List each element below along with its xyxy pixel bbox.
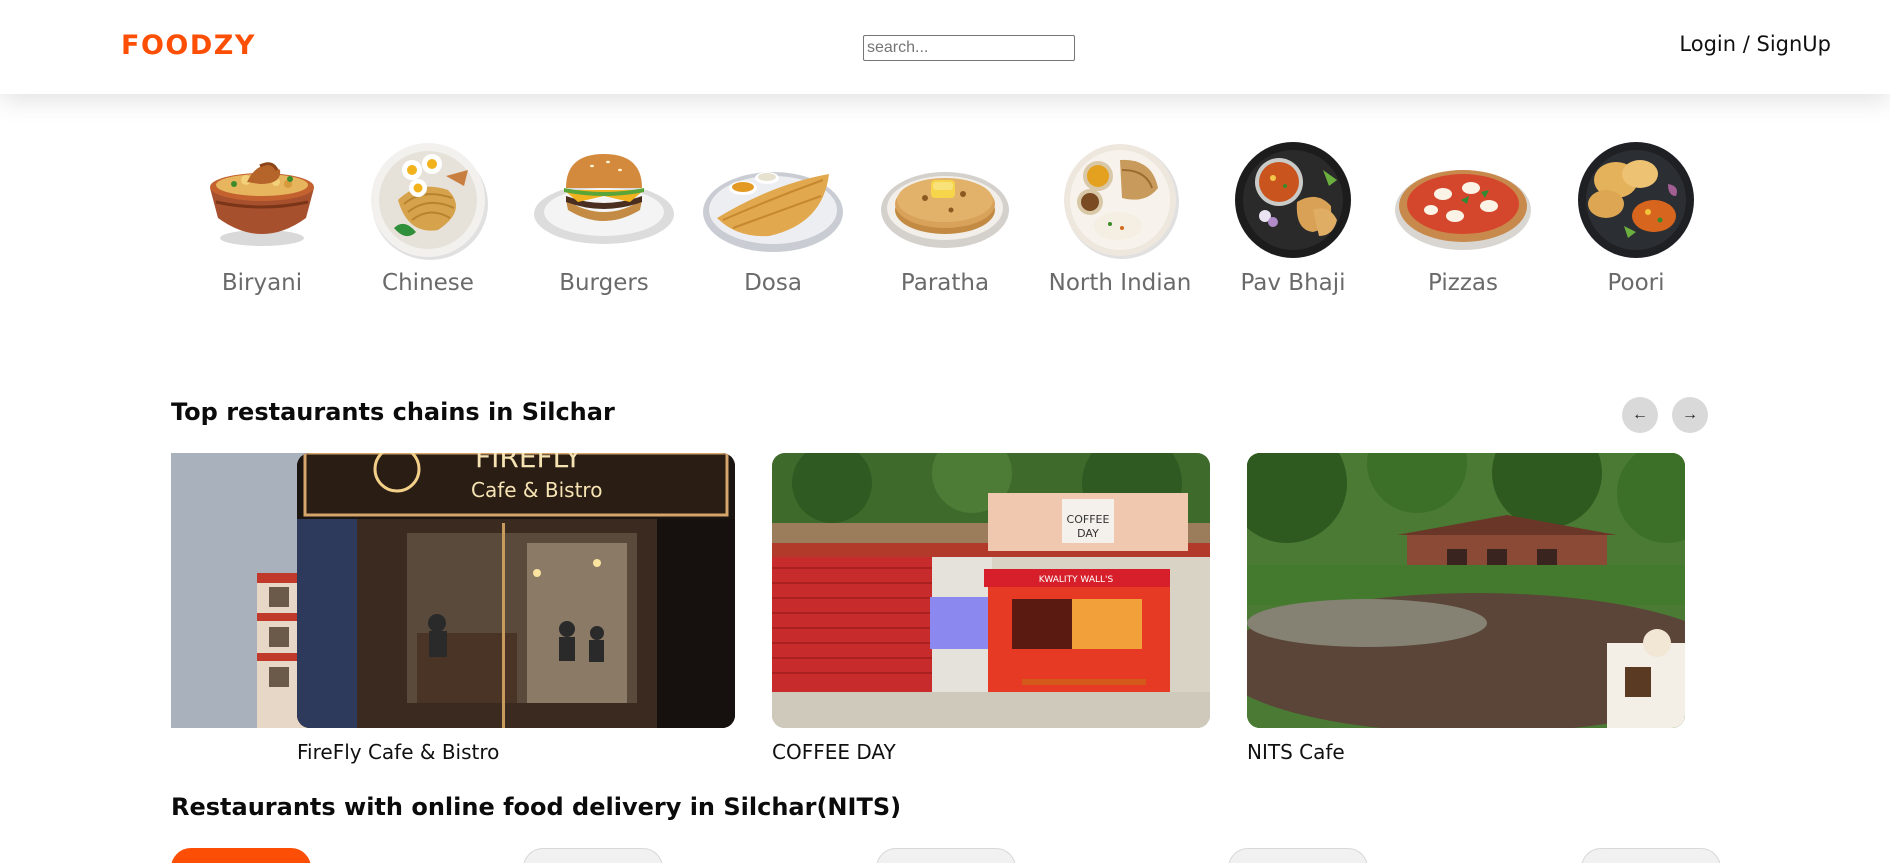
restaurant-carousel: FIREFLY Cafe & Bistro FireFly Cafe & Bis… xyxy=(171,453,1720,773)
pizza-plate-icon xyxy=(1395,140,1531,260)
category-north-indian[interactable]: North Indian xyxy=(1045,140,1195,296)
section-title-online-delivery: Restaurants with online food delivery in… xyxy=(171,793,902,821)
restaurant-card[interactable]: FIREFLY Cafe & Bistro FireFly Cafe & Bis… xyxy=(297,453,735,764)
coffee-day-sign-line1: COFFEE xyxy=(1067,513,1110,526)
filter-pill[interactable] xyxy=(1228,848,1368,863)
login-signup-link[interactable]: Login / SignUp xyxy=(1679,32,1831,56)
coffee-day-sign-line2: DAY xyxy=(1077,527,1099,540)
thali-plate-icon xyxy=(1060,140,1180,260)
brand-logo[interactable]: FOODZY xyxy=(121,30,256,61)
firefly-sign-title: FIREFLY xyxy=(475,453,582,474)
restaurant-name: FireFly Cafe & Bistro xyxy=(297,740,500,764)
pav-bhaji-plate-icon xyxy=(1233,140,1353,260)
category-paratha[interactable]: Paratha xyxy=(870,140,1020,296)
category-label: Pav Bhaji xyxy=(1240,270,1346,296)
category-label: Paratha xyxy=(900,270,990,296)
category-label: Pizzas xyxy=(1428,270,1498,296)
category-pav-bhaji[interactable]: Pav Bhaji xyxy=(1218,140,1368,296)
category-dosa[interactable]: Dosa xyxy=(698,140,848,296)
category-label: Dosa xyxy=(744,270,802,296)
kwality-walls-banner: KWALITY WALL'S xyxy=(1039,575,1114,585)
restaurant-name: NITS Cafe xyxy=(1247,740,1345,764)
search-input[interactable] xyxy=(863,35,1075,61)
category-burgers[interactable]: Burgers xyxy=(529,140,679,296)
category-label: Biryani xyxy=(221,270,303,296)
paratha-plate-icon xyxy=(881,140,1009,260)
biryani-bowl-icon xyxy=(202,140,322,260)
filter-pill[interactable] xyxy=(876,848,1016,863)
category-label: Burgers xyxy=(559,270,649,296)
firefly-sign-subtitle: Cafe & Bistro xyxy=(471,478,602,502)
burger-plate-icon xyxy=(534,140,674,260)
filter-pill[interactable] xyxy=(523,848,663,863)
restaurant-image xyxy=(1247,453,1685,728)
category-biryani[interactable]: Biryani xyxy=(187,140,337,296)
restaurant-card[interactable]: NITS Cafe xyxy=(1247,453,1685,764)
poori-plate-icon xyxy=(1576,140,1696,260)
arrow-right-icon: → xyxy=(1682,406,1698,423)
noodles-plate-icon xyxy=(368,140,488,260)
restaurant-name: COFFEE DAY xyxy=(772,740,896,764)
top-navbar: FOODZY Login / SignUp xyxy=(0,0,1890,94)
section-title-top-chains: Top restaurants chains in Silchar xyxy=(171,398,615,426)
category-label: Chinese xyxy=(382,270,474,296)
category-poori[interactable]: Poori xyxy=(1561,140,1711,296)
carousel-prev-button[interactable]: ← xyxy=(1622,397,1658,433)
category-pizzas[interactable]: Pizzas xyxy=(1388,140,1538,296)
carousel-next-button[interactable]: → xyxy=(1672,397,1708,433)
restaurant-card[interactable]: COFFEE DAY KWALITY WALL'S COFFEE DAY xyxy=(772,453,1210,764)
restaurant-image: FIREFLY Cafe & Bistro xyxy=(297,453,735,728)
dosa-plate-icon xyxy=(703,140,843,260)
filter-pill-active[interactable] xyxy=(171,848,311,863)
arrow-left-icon: ← xyxy=(1632,406,1648,423)
restaurant-image: COFFEE DAY KWALITY WALL'S xyxy=(772,453,1210,728)
filter-pill[interactable] xyxy=(1581,848,1721,863)
category-label: Poori xyxy=(1607,270,1665,296)
category-chinese[interactable]: Chinese xyxy=(353,140,503,296)
category-label: North Indian xyxy=(1048,270,1192,296)
